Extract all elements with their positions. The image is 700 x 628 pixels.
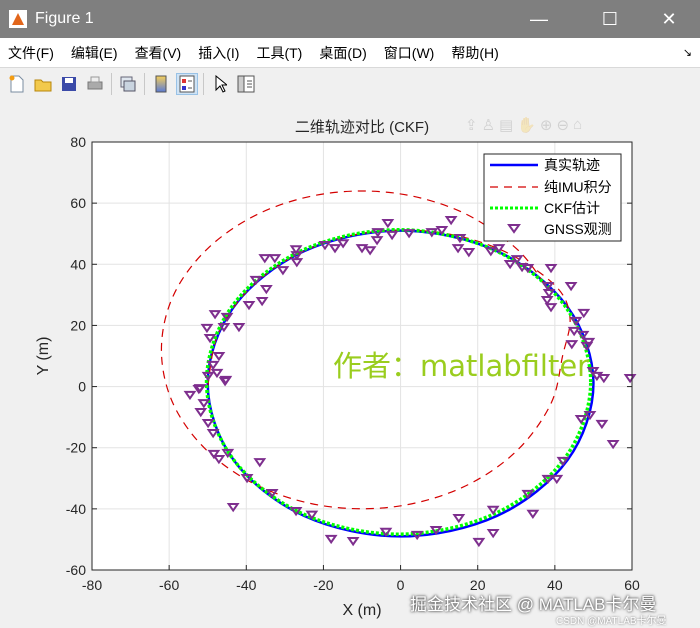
y-tick-label: 80	[70, 134, 86, 150]
y-tick-label: -40	[66, 501, 86, 517]
y-tick-label: 0	[78, 379, 86, 395]
x-tick-label: -20	[313, 577, 333, 593]
legend[interactable]: 真实轨迹 纯IMU积分 CKF估计 GNSS观测	[483, 153, 622, 242]
x-tick-label: -60	[159, 577, 179, 593]
y-tick-label: -60	[66, 562, 86, 578]
y-tick-label: 60	[70, 195, 86, 211]
author-watermark: 作者：matlabfilter	[333, 349, 590, 383]
legend-label-ckf: CKF估计	[544, 200, 600, 216]
y-tick-label: 20	[70, 317, 86, 333]
y-tick-label: -20	[66, 440, 86, 456]
x-tick-label: 0	[397, 577, 405, 593]
plot-canvas: -80 -60 -40 -20 0 20 40 60-60-40-20020406080 二维…	[35, 119, 640, 619]
legend-label-true: 真实轨迹	[544, 157, 600, 173]
legend-label-gnss: GNSS观测	[544, 221, 612, 237]
y-axis-label: Y (m)	[35, 337, 52, 376]
x-tick-label: -80	[82, 577, 102, 593]
y-tick-label: 40	[70, 256, 86, 272]
legend-label-imu: 纯IMU积分	[544, 179, 612, 195]
x-tick-label: -40	[236, 577, 256, 593]
csdn-watermark: CSDN @MATLAB卡尔曼	[556, 616, 667, 627]
chart-title: 二维轨迹对比 (CKF)	[295, 119, 429, 136]
x-axis-label: X (m)	[342, 602, 381, 619]
